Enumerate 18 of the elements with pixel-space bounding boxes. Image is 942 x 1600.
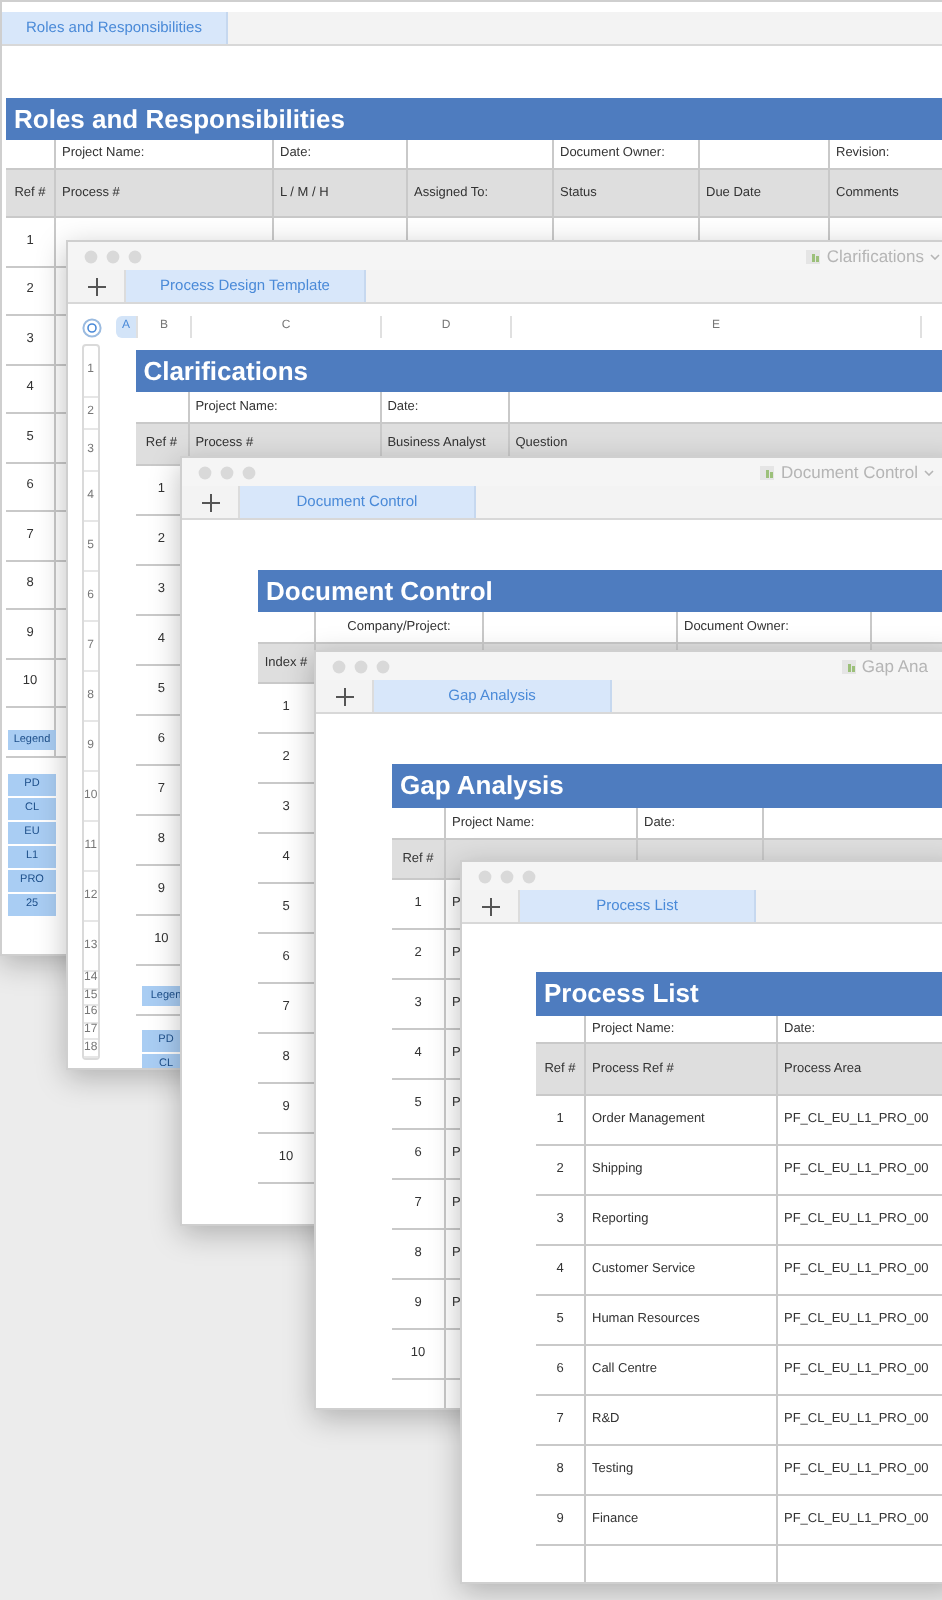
sheet-title-bar: Process List [536,972,942,1016]
sheet-title-bar: Gap Analysis [392,764,942,808]
sheet-title-bar: Document Control [258,570,942,612]
chevron-down-icon[interactable] [924,469,934,475]
select-all-icon[interactable] [82,317,102,337]
window-title: Clarifications [826,243,924,269]
spreadsheet-icon [760,465,775,479]
plus-icon [335,687,353,705]
spreadsheet-icon [841,659,856,673]
chevron-down-icon[interactable] [930,253,940,259]
plus-icon [481,897,499,915]
sheet-title-bar: Clarifications [135,350,942,392]
window-title: Document Control [780,459,918,485]
sheet-title-bar: Roles and Responsibilities [6,98,942,140]
plus-icon [87,277,105,295]
plus-icon [201,493,219,511]
window-title: Gap Ana [861,653,928,679]
spreadsheet-icon [806,249,821,263]
